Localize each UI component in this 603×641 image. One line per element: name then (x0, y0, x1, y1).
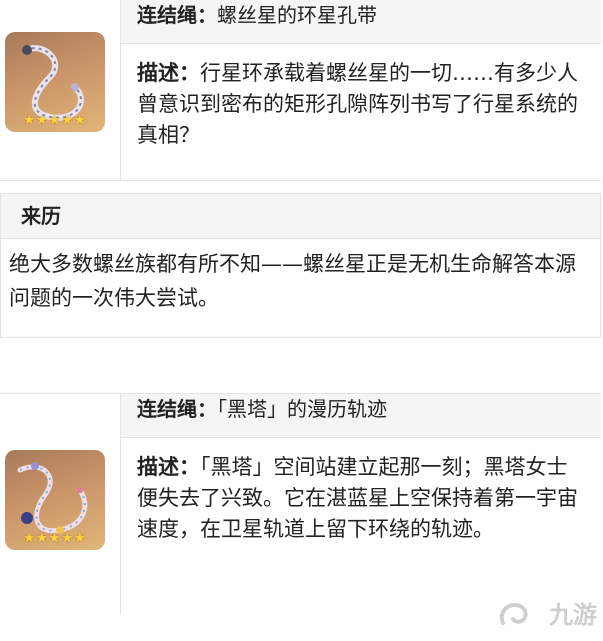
origin-text: 绝大多数螺丝族都有所不知——螺丝星正是无机生命解答本源问题的一次伟大尝试。 (9, 252, 576, 310)
relic-card-2: ★★★★★ 连结绳：「黑塔」的漫历轨迹 描述：「黑塔」空间站建立起那一刻；黑塔女… (0, 393, 601, 614)
relic-thumb-column: ★★★★★ (0, 394, 121, 614)
desc-text: 「黑塔」空间站建立起那一刻；黑塔女士便失去了兴致。它在湛蓝星上空保持着第一宇宙速… (137, 455, 578, 541)
relic-item-icon[interactable]: ★★★★★ (5, 450, 105, 550)
desc-label: 描述： (137, 455, 200, 479)
relic-name: 螺丝星的环星孔带 (217, 3, 377, 27)
origin-section: 来历 绝大多数螺丝族都有所不知——螺丝星正是无机生命解答本源问题的一次伟大尝试。 (0, 193, 601, 338)
relic-item-icon[interactable]: ★★★★★ (5, 32, 105, 132)
rarity-stars: ★★★★★ (23, 531, 87, 546)
relic-thumb-column: ★★★★★ (0, 0, 121, 180)
relic-description: 描述：「黑塔」空间站建立起那一刻；黑塔女士便失去了兴致。它在湛蓝星上空保持着第一… (121, 442, 601, 614)
relic-name: 「黑塔」的漫历轨迹 (217, 397, 387, 421)
watermark-text: 九游 (549, 601, 597, 629)
origin-heading: 来历 (1, 194, 600, 239)
relic-description: 描述：行星环承载着螺丝星的一切……有多少人曾意识到密布的矩形孔隙阵列书写了行星系… (121, 48, 601, 180)
site-watermark: 九游 (497, 595, 597, 635)
name-label: 连结绳： (137, 397, 217, 421)
relic-name-row: 连结绳：螺丝星的环星孔带 (121, 0, 601, 44)
relic-card-1: ★★★★★ 连结绳：螺丝星的环星孔带 描述：行星环承载着螺丝星的一切……有多少人… (0, 0, 601, 181)
rarity-stars: ★★★★★ (23, 113, 87, 128)
name-label: 连结绳： (137, 3, 217, 27)
relic-name-row: 连结绳：「黑塔」的漫历轨迹 (121, 394, 601, 438)
desc-text: 行星环承载着螺丝星的一切……有多少人曾意识到密布的矩形孔隙阵列书写了行星系统的真… (137, 61, 578, 147)
desc-label: 描述： (137, 61, 200, 85)
watermark-logo-icon (499, 602, 528, 625)
